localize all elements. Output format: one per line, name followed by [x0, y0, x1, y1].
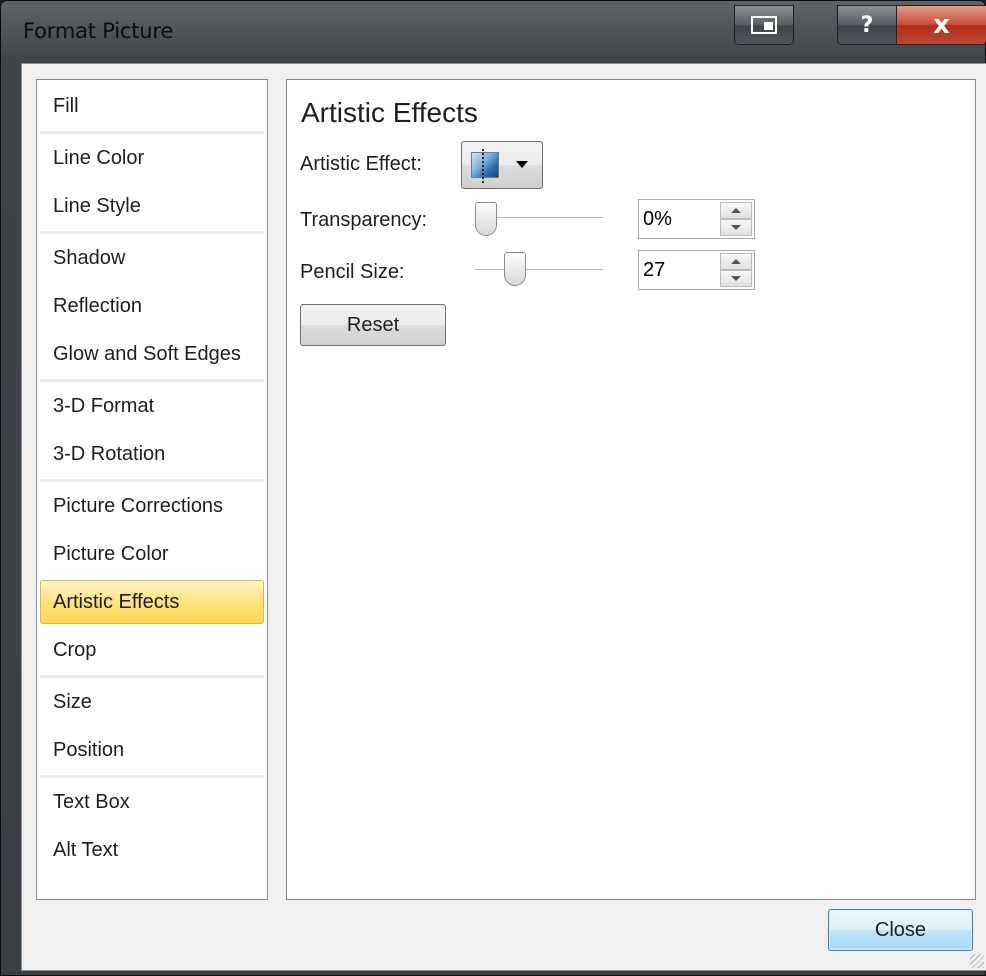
transparency-value[interactable]: 0%	[643, 208, 672, 231]
category-separator	[40, 775, 264, 778]
category-separator	[40, 479, 264, 482]
spin-up-icon[interactable]	[720, 202, 752, 219]
dropdown-arrow-icon	[516, 161, 528, 168]
category-fill[interactable]: Fill	[40, 84, 264, 128]
format-picture-dialog: Format Picture ? x Fill Line Color Line …	[0, 0, 986, 976]
category-separator	[40, 131, 264, 134]
pencil-size-spinbox[interactable]: 27	[638, 250, 755, 290]
category-picture-corrections[interactable]: Picture Corrections	[40, 484, 264, 528]
transparency-spin-buttons	[720, 202, 752, 236]
transparency-spinbox[interactable]: 0%	[638, 199, 755, 239]
help-icon: ?	[860, 12, 874, 38]
category-artistic-effects[interactable]: Artistic Effects	[40, 580, 264, 624]
category-size[interactable]: Size	[40, 680, 264, 724]
category-alt-text[interactable]: Alt Text	[40, 828, 264, 872]
category-picture-color[interactable]: Picture Color	[40, 532, 264, 576]
section-title: Artistic Effects	[301, 97, 478, 128]
category-3d-rotation[interactable]: 3-D Rotation	[40, 432, 264, 476]
pencil-size-slider-track[interactable]	[475, 269, 603, 271]
category-glow-soft-edges[interactable]: Glow and Soft Edges	[40, 332, 264, 376]
close-icon: x	[933, 10, 950, 40]
transparency-label: Transparency:	[300, 209, 428, 231]
category-text-box[interactable]: Text Box	[40, 780, 264, 824]
category-3d-format[interactable]: 3-D Format	[40, 384, 264, 428]
resize-grip[interactable]	[970, 954, 984, 968]
spin-up-icon[interactable]	[720, 253, 752, 270]
category-line-style[interactable]: Line Style	[40, 184, 264, 228]
settings-panel: Artistic Effects Artistic Effect: Transp…	[286, 79, 976, 900]
spin-down-icon[interactable]	[720, 219, 752, 236]
title-bar[interactable]: Format Picture ? x	[1, 1, 986, 63]
artistic-effect-dropdown[interactable]	[461, 141, 543, 189]
category-shadow[interactable]: Shadow	[40, 236, 264, 280]
transparency-slider-thumb[interactable]	[475, 202, 497, 236]
category-position[interactable]: Position	[40, 728, 264, 772]
pencil-size-value[interactable]: 27	[643, 259, 665, 282]
category-separator	[40, 675, 264, 678]
reset-button[interactable]: Reset	[300, 304, 446, 346]
switch-window-icon	[751, 16, 777, 34]
category-separator	[40, 231, 264, 234]
category-separator	[40, 379, 264, 382]
switch-window-button[interactable]	[734, 5, 794, 45]
spin-down-icon[interactable]	[720, 270, 752, 287]
category-crop[interactable]: Crop	[40, 628, 264, 672]
help-button[interactable]: ?	[837, 5, 897, 45]
artistic-effect-label: Artistic Effect:	[300, 153, 422, 175]
title-close-button[interactable]: x	[896, 5, 986, 45]
pencil-size-spin-buttons	[720, 253, 752, 287]
dialog-client-area: Fill Line Color Line Style Shadow Reflec…	[21, 63, 986, 971]
category-reflection[interactable]: Reflection	[40, 284, 264, 328]
category-line-color[interactable]: Line Color	[40, 136, 264, 180]
pencil-size-slider-thumb[interactable]	[504, 252, 526, 286]
dialog-title: Format Picture	[23, 19, 174, 43]
pencil-sketch-effect-icon	[471, 149, 499, 183]
close-button[interactable]: Close	[828, 909, 973, 951]
category-list: Fill Line Color Line Style Shadow Reflec…	[36, 79, 268, 900]
pencil-size-label: Pencil Size:	[300, 261, 405, 283]
